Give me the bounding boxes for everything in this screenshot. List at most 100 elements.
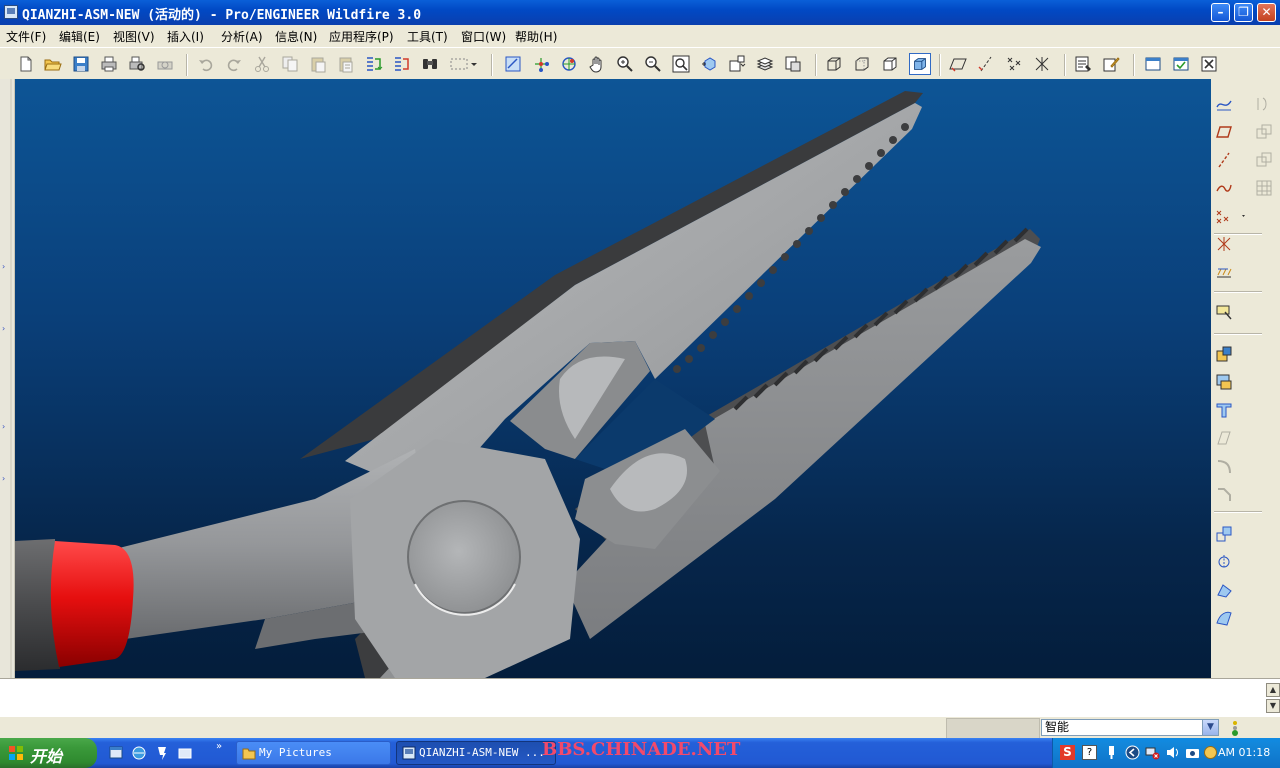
shaded-icon[interactable] <box>909 53 931 75</box>
menu-analysis[interactable]: 分析(A) <box>221 28 263 45</box>
datum-planes-toggle-icon[interactable] <box>949 55 967 73</box>
print-icon[interactable] <box>100 55 118 73</box>
usb-icon[interactable] <box>1104 745 1119 760</box>
assemble-component-icon[interactable] <box>1215 303 1233 321</box>
saved-views-icon[interactable] <box>728 55 746 73</box>
find-icon[interactable] <box>421 55 439 73</box>
datum-axes-toggle-icon[interactable] <box>977 55 995 73</box>
start-button[interactable]: 开始 <box>0 738 97 768</box>
new-icon[interactable] <box>17 55 35 73</box>
zoom-in-icon[interactable] <box>616 55 634 73</box>
datum-plane-icon[interactable] <box>1215 95 1233 113</box>
menu-applications[interactable]: 应用程序(P) <box>329 28 394 45</box>
no-hidden-icon[interactable] <box>881 55 899 73</box>
view-manager-icon[interactable] <box>784 55 802 73</box>
wireframe-icon[interactable] <box>825 55 843 73</box>
datum-point-icon[interactable] <box>1215 179 1233 197</box>
save-icon[interactable] <box>72 55 90 73</box>
sketch-icon[interactable] <box>1215 263 1233 281</box>
paste-icon[interactable] <box>309 55 327 73</box>
ime-icon[interactable]: S <box>1060 745 1075 760</box>
maximize-button[interactable]: ❐ <box>1234 3 1253 22</box>
menu-window[interactable]: 窗口(W) <box>461 28 506 45</box>
spin-center-toggle-icon[interactable] <box>1074 55 1092 73</box>
expand-arrow-icon[interactable]: › <box>2 423 8 431</box>
surface-icon[interactable] <box>1215 609 1233 627</box>
round-icon[interactable] <box>1215 457 1233 475</box>
help-tray-icon[interactable]: ? <box>1082 745 1097 760</box>
explorer-icon[interactable] <box>177 745 193 761</box>
task-my-pictures[interactable]: My Pictures <box>236 741 391 765</box>
sash-bar[interactable] <box>10 79 12 679</box>
context-help-icon[interactable] <box>1172 55 1190 73</box>
left-collapsed-panel[interactable]: › › › › <box>0 79 15 679</box>
hole-icon[interactable] <box>1215 429 1233 447</box>
regen-manager-icon[interactable] <box>393 55 411 73</box>
cut-icon[interactable] <box>253 55 271 73</box>
camera-icon[interactable] <box>1185 745 1200 760</box>
coord-sys-toggle-icon[interactable] <box>1033 55 1051 73</box>
mirror-feature-icon[interactable] <box>1215 553 1233 571</box>
quicklaunch-more-icon[interactable]: » <box>216 741 222 752</box>
datum-points-toggle-icon[interactable] <box>1005 55 1023 73</box>
close-button[interactable]: ✕ <box>1257 3 1276 22</box>
redo-icon[interactable] <box>225 55 243 73</box>
hidden-line-icon[interactable] <box>853 55 871 73</box>
message-scrollbar[interactable]: ▲ ▼ <box>1266 683 1280 715</box>
expand-arrow-icon[interactable]: › <box>2 263 8 271</box>
menu-edit[interactable]: 编辑(E) <box>59 28 100 45</box>
layers-icon[interactable] <box>756 55 774 73</box>
pan-icon[interactable] <box>588 55 606 73</box>
open-icon[interactable] <box>44 55 62 73</box>
menu-info[interactable]: 信息(N) <box>275 28 317 45</box>
menu-file[interactable]: 文件(F) <box>6 28 46 45</box>
refit-icon[interactable] <box>672 55 690 73</box>
zoom-out-icon[interactable] <box>644 55 662 73</box>
selection-filter-select[interactable]: 智能 ▼ <box>1041 719 1219 736</box>
show-desktop-icon[interactable] <box>108 745 124 761</box>
graphics-viewport[interactable] <box>15 79 1211 678</box>
merge-icon[interactable] <box>1255 151 1273 169</box>
pattern-icon[interactable] <box>1255 179 1273 197</box>
window-activate-icon[interactable] <box>1144 55 1162 73</box>
reorient-icon[interactable] <box>700 55 718 73</box>
annotations-toggle-icon[interactable] <box>1102 55 1120 73</box>
menu-tools[interactable]: 工具(T) <box>407 28 448 45</box>
copy-feature-icon[interactable] <box>1255 123 1273 141</box>
paste-special-icon[interactable] <box>337 55 355 73</box>
expand-arrow-icon[interactable]: › <box>2 325 8 333</box>
datum-axis-icon[interactable] <box>1215 123 1233 141</box>
scroll-down-icon[interactable]: ▼ <box>1266 699 1280 713</box>
volume-icon[interactable] <box>1165 745 1180 760</box>
orient-icon[interactable] <box>560 55 578 73</box>
draft-icon[interactable] <box>1215 581 1233 599</box>
print-preview-icon[interactable] <box>128 55 146 73</box>
insert-mode-icon[interactable] <box>1215 525 1233 543</box>
menu-view[interactable]: 视图(V) <box>113 28 155 45</box>
component-interface-icon[interactable] <box>1215 373 1233 391</box>
select-box-icon[interactable] <box>449 55 477 73</box>
repaint-icon[interactable] <box>504 55 522 73</box>
spin-center-icon[interactable] <box>532 55 550 73</box>
menu-help[interactable]: 帮助(H) <box>515 28 557 45</box>
coordinate-system-icon[interactable] <box>1215 207 1247 225</box>
security-icon[interactable] <box>1203 745 1218 760</box>
close-window-icon[interactable] <box>1200 55 1218 73</box>
copy-icon[interactable] <box>281 55 299 73</box>
app-icon[interactable] <box>4 5 18 19</box>
browser-icon[interactable] <box>131 745 147 761</box>
network-disconnected-icon[interactable] <box>1145 745 1160 760</box>
task-proe-window[interactable]: QIANZHI-ASM-NEW ... <box>396 741 556 765</box>
create-component-icon[interactable] <box>1215 345 1233 363</box>
minimize-button[interactable]: – <box>1211 3 1230 22</box>
print-3d-icon[interactable] <box>156 55 174 73</box>
undo-icon[interactable] <box>197 55 215 73</box>
datum-curve-icon[interactable] <box>1215 151 1233 169</box>
mirror-tool-icon[interactable] <box>1255 95 1273 113</box>
menu-insert[interactable]: 插入(I) <box>167 28 204 45</box>
cut-out-icon[interactable] <box>1215 401 1233 419</box>
regenerate-icon[interactable] <box>365 55 383 73</box>
scroll-up-icon[interactable]: ▲ <box>1266 683 1280 697</box>
media-player-icon[interactable] <box>154 745 170 761</box>
analysis-feature-icon[interactable] <box>1215 235 1233 253</box>
